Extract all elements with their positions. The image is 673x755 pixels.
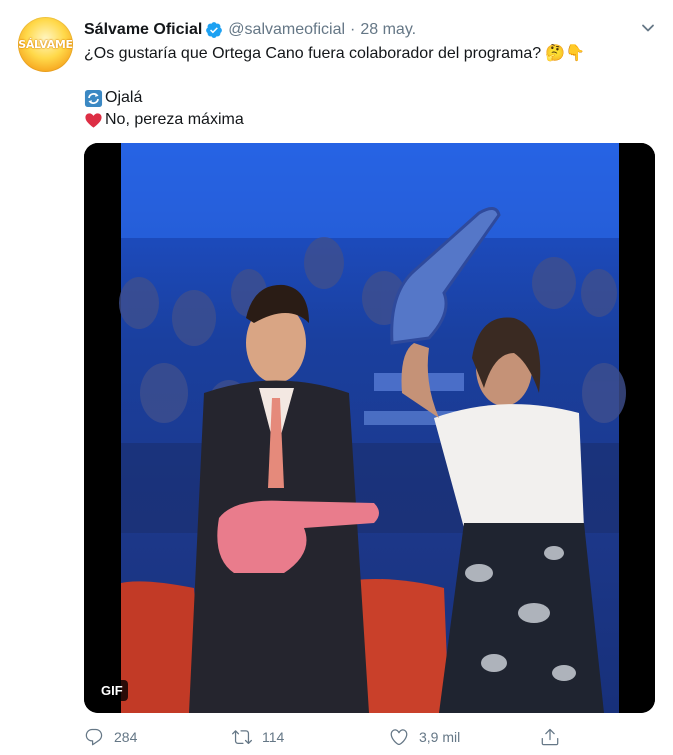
red-heart-emoji xyxy=(85,112,102,128)
tweet[interactable]: SÁLVAME Sálvame Oficial @salvameoficial … xyxy=(0,0,673,755)
like-action[interactable]: 3,9 mil xyxy=(389,725,460,749)
gif-frame-image xyxy=(84,143,655,713)
verified-badge-icon xyxy=(206,22,223,38)
share-icon xyxy=(541,728,559,746)
gif-media[interactable]: GIF xyxy=(84,143,655,713)
tweet-date[interactable]: 28 may. xyxy=(360,21,416,39)
retweet-count: 114 xyxy=(262,729,285,745)
option-line-1: Ojalá xyxy=(84,87,585,109)
tweet-header: Sálvame Oficial @salvameoficial · 28 may… xyxy=(84,19,416,41)
retweet-action[interactable]: 114 xyxy=(232,725,284,749)
like-icon xyxy=(390,729,408,746)
caret-down-icon[interactable] xyxy=(641,21,655,35)
option-1-label: Ojalá xyxy=(105,89,143,106)
option-2-label: No, pereza máxima xyxy=(105,111,244,128)
tweet-question-line: ¿Os gustaría que Ortega Cano fuera colab… xyxy=(84,43,585,65)
tweet-question: ¿Os gustaría que Ortega Cano fuera colab… xyxy=(84,45,542,62)
share-action[interactable] xyxy=(540,725,560,749)
avatar-logo-text: SÁLVAME xyxy=(18,38,73,51)
option-line-2: No, pereza máxima xyxy=(84,109,585,131)
retweet-icon xyxy=(232,730,252,745)
tweet-text: ¿Os gustaría que Ortega Cano fuera colab… xyxy=(84,43,585,131)
gif-badge: GIF xyxy=(96,680,128,701)
avatar[interactable]: SÁLVAME xyxy=(18,17,73,72)
reply-icon xyxy=(85,728,103,746)
thinking-pointing-down-emoji: 🤔👇 xyxy=(545,45,585,62)
header-separator: · xyxy=(350,21,356,38)
reply-action[interactable]: 284 xyxy=(84,725,137,749)
user-handle[interactable]: @salvameoficial xyxy=(228,21,345,39)
tweet-actions: 284 114 3,9 mil xyxy=(84,725,655,749)
reply-count: 284 xyxy=(114,729,138,745)
like-count: 3,9 mil xyxy=(419,729,461,745)
arrows-counterclockwise-emoji xyxy=(84,89,103,107)
display-name[interactable]: Sálvame Oficial xyxy=(84,21,202,39)
